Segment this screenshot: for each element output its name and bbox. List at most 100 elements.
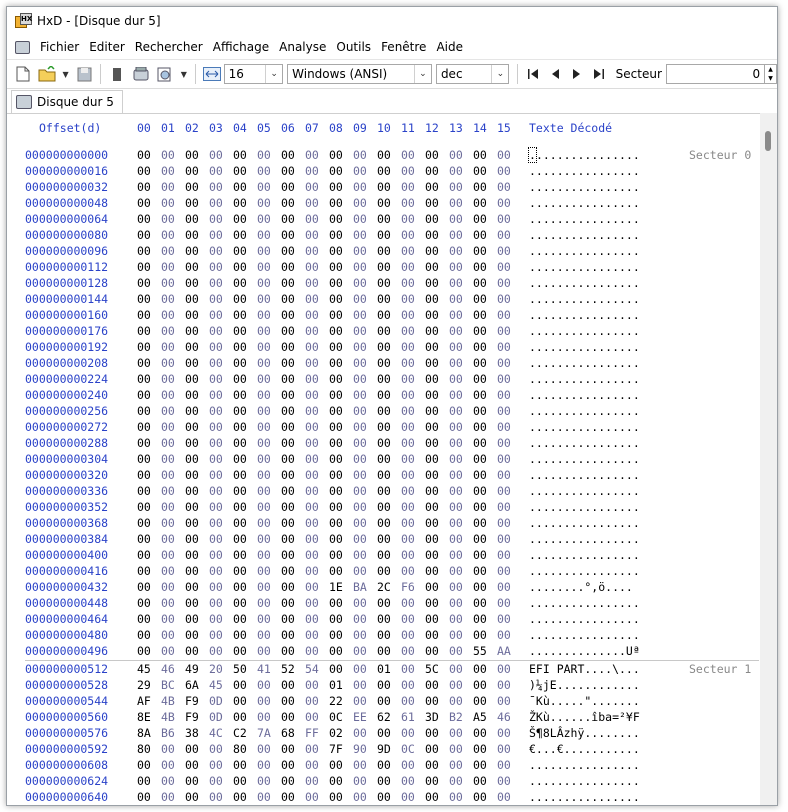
hex-byte-cell[interactable]: 00 (185, 371, 199, 387)
hex-byte-cell[interactable]: 00 (185, 307, 199, 323)
hex-byte-cell[interactable]: 00 (161, 371, 175, 387)
hex-byte-cell[interactable]: 00 (281, 677, 295, 693)
hex-byte-cell[interactable]: 20 (209, 661, 223, 677)
hex-byte-cell[interactable]: 00 (449, 515, 463, 531)
hex-byte-cell[interactable]: 00 (449, 643, 463, 659)
hex-byte-cell[interactable]: 00 (353, 595, 367, 611)
hex-byte-cell[interactable]: 00 (329, 339, 343, 355)
hex-byte-cell[interactable]: 00 (425, 211, 439, 227)
hex-byte-cell[interactable]: 00 (473, 531, 487, 547)
hex-byte-cell[interactable]: 00 (353, 211, 367, 227)
hex-byte-cell[interactable]: 00 (233, 547, 247, 563)
hex-byte-cell[interactable]: 00 (497, 243, 511, 259)
hex-byte-cell[interactable]: 00 (305, 709, 319, 725)
hex-byte-cell[interactable]: 00 (401, 725, 415, 741)
hex-byte-cell[interactable]: 00 (449, 227, 463, 243)
hex-byte-cell[interactable]: 00 (449, 483, 463, 499)
hex-byte-cell[interactable]: 00 (377, 789, 391, 805)
hex-byte-cell[interactable]: 00 (305, 195, 319, 211)
hex-byte-cell[interactable]: 00 (449, 211, 463, 227)
hex-byte-cell[interactable]: 0D (209, 693, 223, 709)
hex-byte-cell[interactable]: 00 (209, 741, 223, 757)
hex-byte-cell[interactable]: 00 (425, 451, 439, 467)
hex-byte-cell[interactable]: 00 (425, 179, 439, 195)
hex-byte-cell[interactable]: 00 (137, 195, 151, 211)
hex-byte-cell[interactable]: 01 (329, 677, 343, 693)
hex-byte-cell[interactable]: 00 (233, 483, 247, 499)
hex-byte-cell[interactable]: 00 (209, 627, 223, 643)
hex-byte-cell[interactable]: 00 (377, 563, 391, 579)
hex-byte-cell[interactable]: 00 (161, 403, 175, 419)
decoded-text-cell[interactable]: ŽKù......îba=²¥F (529, 709, 640, 725)
hex-byte-cell[interactable]: 00 (161, 227, 175, 243)
hex-byte-cell[interactable]: 00 (425, 789, 439, 805)
hex-byte-cell[interactable]: 00 (281, 387, 295, 403)
hex-byte-cell[interactable]: 00 (353, 227, 367, 243)
hex-byte-cell[interactable]: 00 (209, 307, 223, 323)
hex-byte-cell[interactable]: 00 (449, 387, 463, 403)
hex-byte-cell[interactable]: 00 (329, 147, 343, 163)
hex-byte-cell[interactable]: 00 (329, 259, 343, 275)
hex-byte-cell[interactable]: 00 (137, 773, 151, 789)
hex-byte-cell[interactable]: 00 (401, 419, 415, 435)
hex-byte-cell[interactable]: 00 (281, 451, 295, 467)
hex-byte-cell[interactable]: 00 (449, 259, 463, 275)
hex-byte-cell[interactable]: 00 (257, 195, 271, 211)
hex-byte-cell[interactable]: 5C (425, 661, 439, 677)
hex-byte-cell[interactable]: 00 (473, 275, 487, 291)
hex-byte-cell[interactable]: 00 (377, 307, 391, 323)
hex-byte-cell[interactable]: 00 (497, 323, 511, 339)
hex-byte-cell[interactable]: 00 (137, 147, 151, 163)
sector-number-input[interactable]: 0 (665, 64, 766, 84)
hex-byte-cell[interactable]: 00 (425, 595, 439, 611)
hex-byte-cell[interactable]: 00 (305, 323, 319, 339)
hex-byte-cell[interactable]: 7A (257, 725, 271, 741)
hex-byte-cell[interactable]: 00 (185, 147, 199, 163)
hex-byte-cell[interactable]: 00 (257, 163, 271, 179)
hex-byte-cell[interactable]: 00 (185, 595, 199, 611)
hex-byte-cell[interactable]: 00 (425, 403, 439, 419)
hex-byte-cell[interactable]: 00 (161, 563, 175, 579)
decoded-text-cell[interactable]: ................ (529, 419, 640, 435)
hex-byte-cell[interactable]: 00 (305, 371, 319, 387)
hex-byte-cell[interactable]: 00 (257, 435, 271, 451)
hex-byte-cell[interactable]: 00 (449, 627, 463, 643)
hex-byte-cell[interactable]: 00 (473, 515, 487, 531)
hex-byte-cell[interactable]: 00 (473, 403, 487, 419)
hex-byte-cell[interactable]: 00 (425, 259, 439, 275)
hex-byte-cell[interactable]: 00 (305, 355, 319, 371)
hex-byte-cell[interactable]: 00 (377, 483, 391, 499)
hex-byte-cell[interactable]: 00 (353, 789, 367, 805)
hex-byte-cell[interactable]: 00 (281, 789, 295, 805)
hex-byte-cell[interactable]: 00 (281, 773, 295, 789)
hex-byte-cell[interactable]: BA (353, 579, 367, 595)
decoded-text-cell[interactable]: ................ (529, 451, 640, 467)
hex-byte-cell[interactable]: 0D (209, 709, 223, 725)
hex-byte-cell[interactable]: 00 (257, 179, 271, 195)
decoded-text-cell[interactable]: ................ (529, 195, 640, 211)
hex-byte-cell[interactable]: 00 (353, 627, 367, 643)
hex-byte-cell[interactable]: 00 (305, 467, 319, 483)
hex-byte-cell[interactable]: 00 (425, 339, 439, 355)
hex-byte-cell[interactable]: 00 (209, 547, 223, 563)
hex-byte-cell[interactable]: 00 (209, 211, 223, 227)
hex-byte-cell[interactable]: 00 (377, 211, 391, 227)
decoded-text-cell[interactable]: ..............Uª (529, 643, 640, 659)
hex-byte-cell[interactable]: 54 (305, 661, 319, 677)
decoded-text-cell[interactable]: ................ (529, 307, 640, 323)
hex-byte-cell[interactable]: 00 (449, 579, 463, 595)
hex-byte-cell[interactable]: 00 (401, 291, 415, 307)
hex-byte-cell[interactable]: 00 (497, 563, 511, 579)
hex-byte-cell[interactable]: 00 (281, 163, 295, 179)
hex-byte-cell[interactable]: 00 (377, 387, 391, 403)
hex-byte-cell[interactable]: 00 (329, 563, 343, 579)
hex-byte-cell[interactable]: 4C (209, 725, 223, 741)
hex-byte-cell[interactable]: 61 (401, 709, 415, 725)
new-file-icon[interactable] (13, 64, 33, 84)
hex-byte-cell[interactable]: 00 (353, 483, 367, 499)
hex-byte-cell[interactable]: 00 (209, 757, 223, 773)
hex-byte-cell[interactable]: 00 (401, 499, 415, 515)
hex-byte-cell[interactable]: 00 (209, 419, 223, 435)
hex-byte-cell[interactable]: 00 (497, 531, 511, 547)
hex-byte-cell[interactable]: 00 (161, 419, 175, 435)
